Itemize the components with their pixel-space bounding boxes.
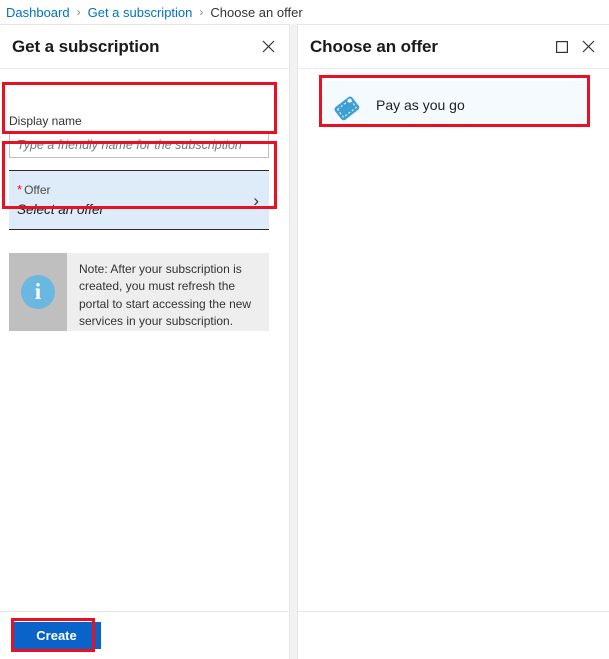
offer-selector-row[interactable]: * Offer Select an offer › <box>9 170 269 230</box>
choose-an-offer-blade: Choose an offer Pay as you go <box>297 24 609 659</box>
left-blade-header: Get a subscription <box>0 25 289 69</box>
get-a-subscription-blade: Get a subscription Display name *Offer S… <box>0 24 290 659</box>
blade-gutter <box>290 24 297 659</box>
note-text: Note: After your subscription is created… <box>67 253 269 331</box>
required-marker-icon: * <box>17 181 23 197</box>
close-icon[interactable] <box>577 36 599 58</box>
breadcrumb: Dashboard › Get a subscription › Choose … <box>0 0 609 24</box>
right-blade-header: Choose an offer <box>298 25 609 69</box>
display-name-label: Display name <box>9 114 82 128</box>
page-title: Get a subscription <box>12 36 160 56</box>
price-tag-icon <box>332 89 364 121</box>
chevron-right-icon: › <box>253 190 259 210</box>
choose-an-offer-title: Choose an offer <box>310 36 438 56</box>
breadcrumb-item-dashboard[interactable]: Dashboard <box>6 5 70 20</box>
offer-selected-value: Select an offer <box>17 202 105 218</box>
right-blade-footer <box>298 611 609 659</box>
display-name-input[interactable] <box>9 132 269 158</box>
display-name-group: Display name <box>9 114 269 158</box>
breadcrumb-item-choose-an-offer: Choose an offer <box>210 4 303 20</box>
offer-label-line: * Offer <box>17 181 253 199</box>
offer-label: Offer <box>24 182 51 197</box>
info-icon: i <box>21 275 55 309</box>
breadcrumb-separator-icon: › <box>76 5 81 19</box>
maximize-icon[interactable] <box>551 36 573 58</box>
offer-list-item-pay-as-you-go[interactable]: Pay as you go <box>322 81 588 128</box>
offer-text-wrap: * Offer Select an offer <box>17 181 253 220</box>
offer-name: Pay as you go <box>376 96 465 113</box>
left-blade-footer: Create <box>0 611 289 659</box>
note-callout: i Note: After your subscription is creat… <box>9 253 269 331</box>
breadcrumb-separator-icon: › <box>199 5 204 19</box>
create-button[interactable]: Create <box>12 622 101 649</box>
note-icon-band: i <box>9 253 67 331</box>
close-icon[interactable] <box>257 36 279 58</box>
breadcrumb-item-get-a-subscription[interactable]: Get a subscription <box>88 5 193 20</box>
